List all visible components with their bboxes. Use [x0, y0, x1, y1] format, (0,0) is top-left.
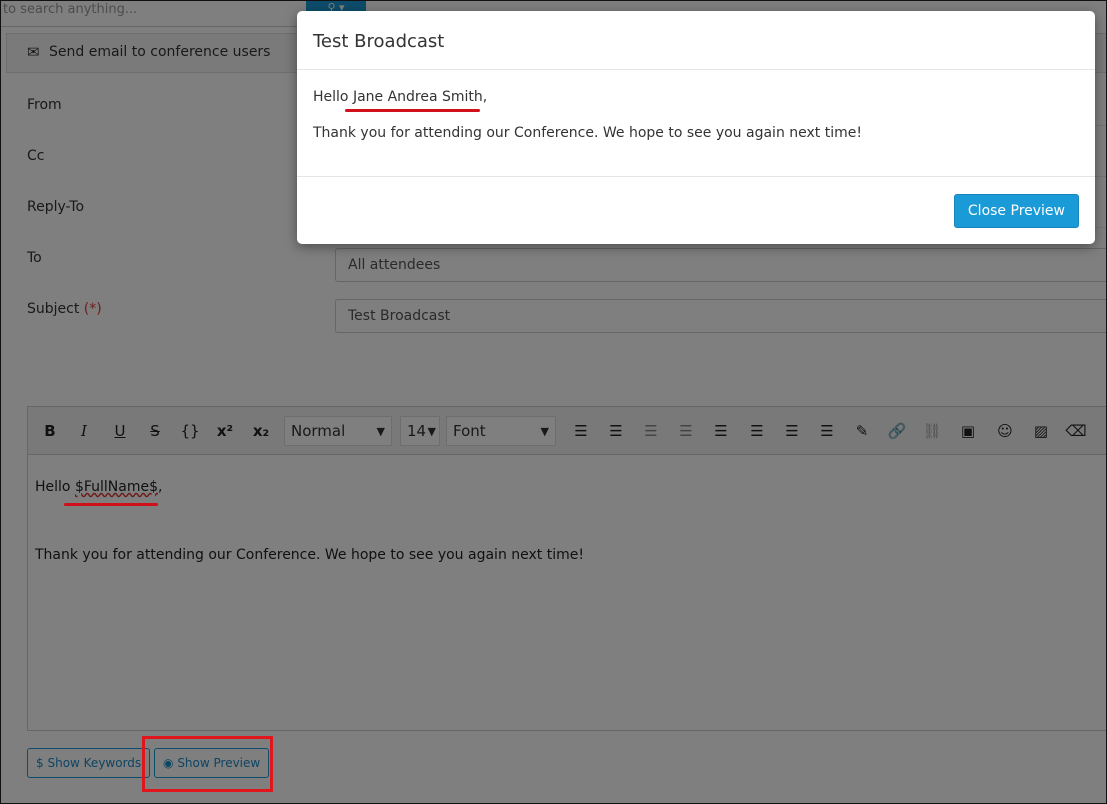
- modal-footer: Close Preview: [297, 176, 1095, 244]
- preview-greeting-prefix: Hello: [313, 89, 353, 105]
- preview-modal: Test Broadcast Hello Jane Andrea Smith, …: [297, 11, 1095, 244]
- preview-greeting-name: Jane Andrea Smith,: [352, 89, 488, 105]
- close-preview-button[interactable]: Close Preview: [953, 194, 1079, 228]
- annotation-underline-keyword: [64, 503, 158, 506]
- annotation-box-show-preview: [142, 736, 273, 792]
- preview-message: Thank you for attending our Conference. …: [313, 125, 862, 141]
- preview-greeting: Hello Jane Andrea Smith,: [313, 89, 862, 105]
- modal-body: Hello Jane Andrea Smith, Thank you for a…: [313, 89, 862, 161]
- modal-header: Test Broadcast: [297, 11, 1095, 70]
- modal-title: Test Broadcast: [313, 31, 445, 52]
- annotation-underline-name: [345, 109, 480, 112]
- app-frame: to search anything... ⚲ ▾ ✉ Send email t…: [0, 0, 1107, 804]
